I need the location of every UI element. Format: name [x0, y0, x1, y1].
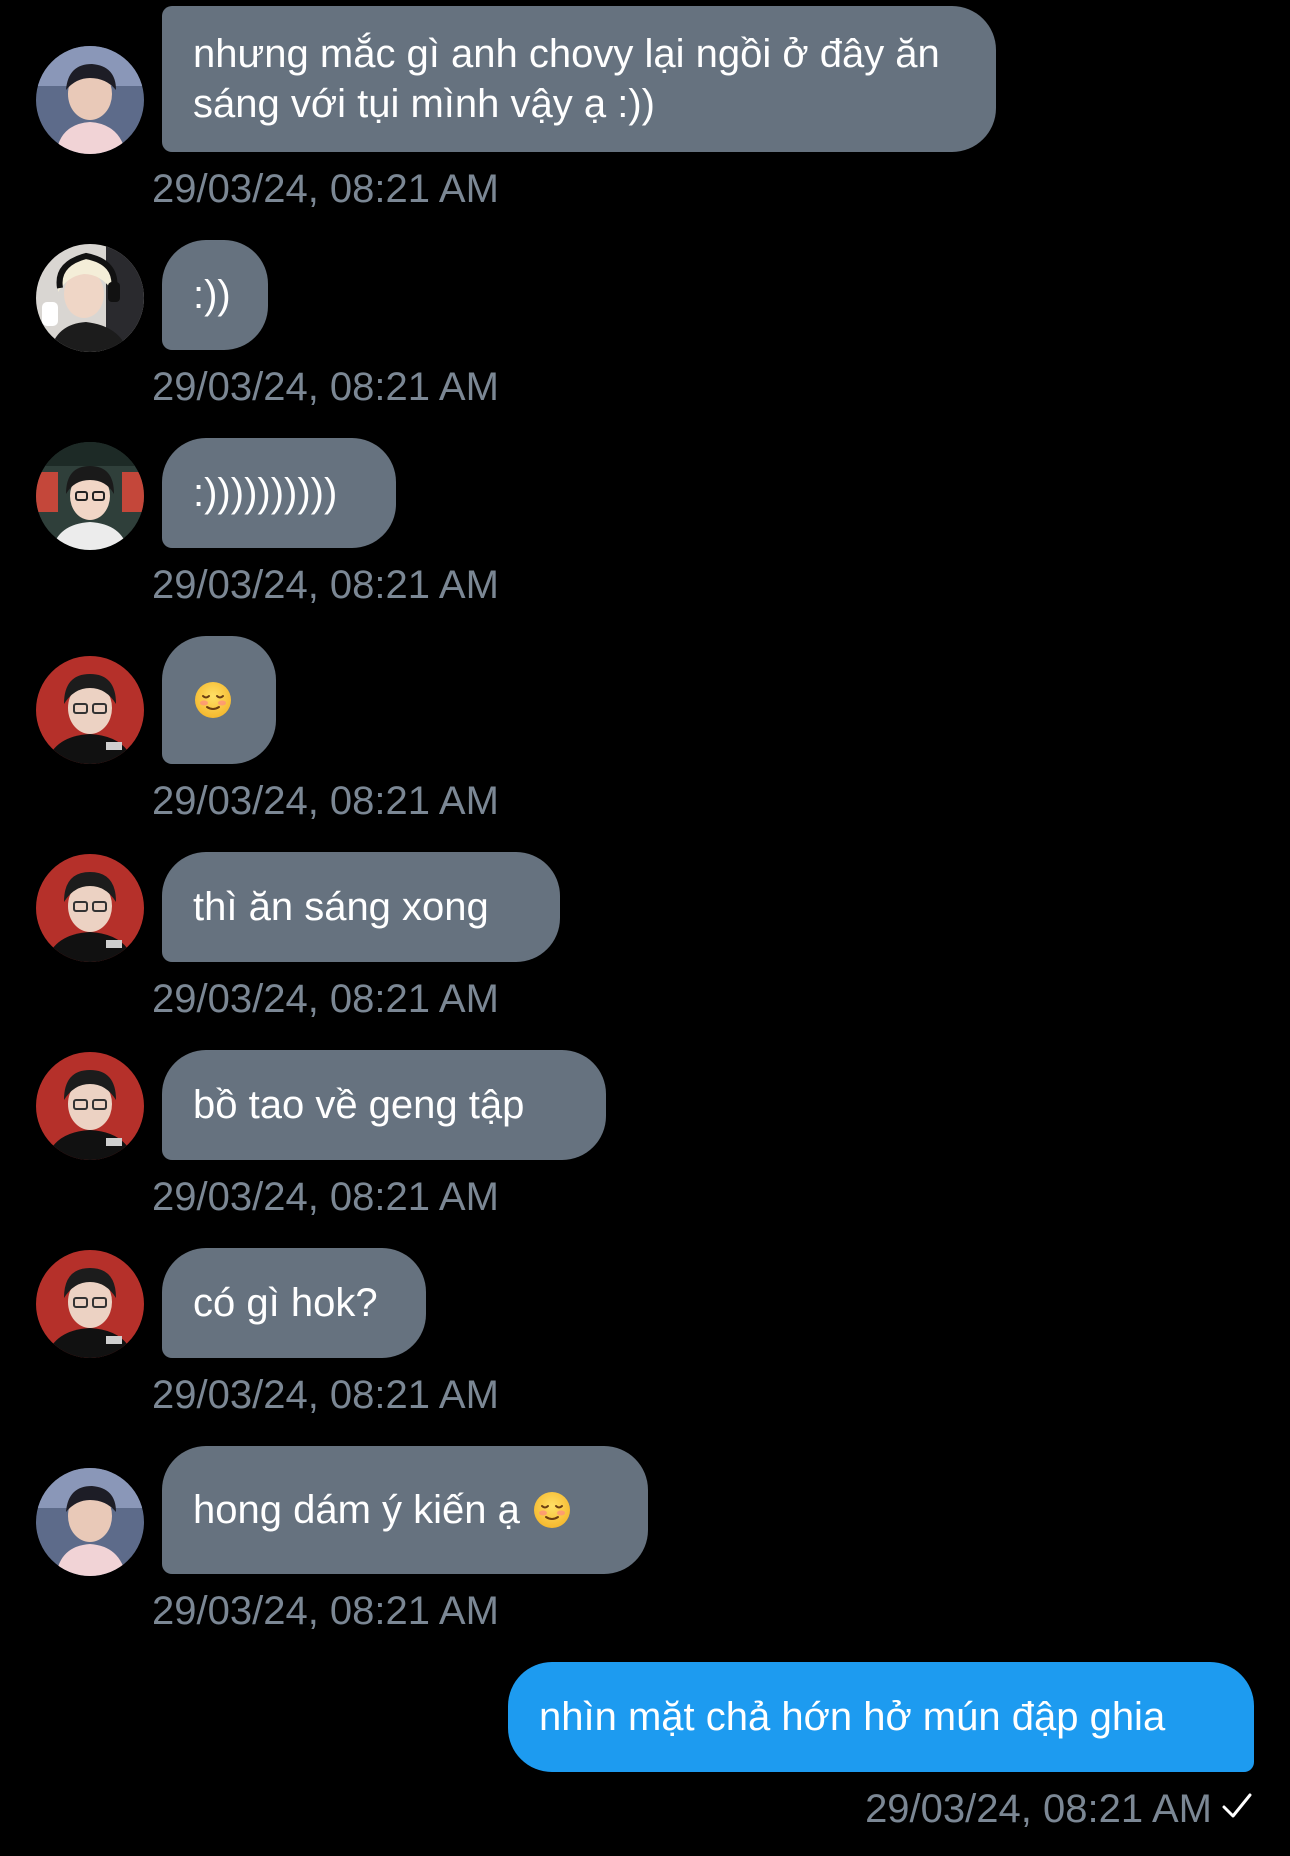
message-timestamp: 29/03/24, 08:21 AM [152, 977, 499, 1021]
avatar-image [36, 46, 144, 154]
avatar-user-a[interactable] [36, 46, 144, 154]
message-bubble[interactable]: :)))))))))) [162, 438, 396, 548]
message-text: nhìn mặt chả hớn hở mún đập ghia [539, 1695, 1166, 1739]
avatar-user-d[interactable] [36, 1250, 144, 1358]
message-bubble[interactable]: bồ tao về geng tập [162, 1050, 606, 1160]
message-bubble[interactable]: :)) [162, 240, 268, 350]
avatar-image [36, 1250, 144, 1358]
smiling-emoji-icon [194, 681, 232, 719]
avatar-user-c[interactable] [36, 442, 144, 550]
message-timestamp: 29/03/24, 08:21 AM [152, 167, 499, 211]
avatar-user-d[interactable] [36, 854, 144, 962]
message-bubble[interactable]: nhưng mắc gì anh chovy lại ngồi ở đây ăn… [162, 6, 996, 152]
message-text: bồ tao về geng tập [193, 1083, 525, 1127]
avatar-image [36, 1468, 144, 1576]
message-bubble[interactable]: có gì hok? [162, 1248, 426, 1358]
outgoing-message-bubble[interactable]: nhìn mặt chả hớn hở mún đập ghia [508, 1662, 1254, 1772]
message-text: hong dám ý kiến ạ [193, 1488, 520, 1532]
message-text: :)))))))))) [193, 471, 338, 515]
avatar-image [36, 656, 144, 764]
avatar-user-d[interactable] [36, 656, 144, 764]
sent-check-icon [1222, 1793, 1252, 1818]
message-timestamp: 29/03/24, 08:21 AM [865, 1787, 1212, 1831]
message-timestamp: 29/03/24, 08:21 AM [152, 1175, 499, 1219]
avatar-user-a[interactable] [36, 1468, 144, 1576]
avatar-image [36, 244, 144, 352]
avatar-image [36, 1052, 144, 1160]
message-text: :)) [193, 273, 231, 317]
message-text: nhưng mắc gì anh chovy lại ngồi ở đây ăn… [193, 32, 940, 126]
avatar-image [36, 854, 144, 962]
message-timestamp: 29/03/24, 08:21 AM [152, 1373, 499, 1417]
message-timestamp: 29/03/24, 08:21 AM [152, 365, 499, 409]
avatar-user-d[interactable] [36, 1052, 144, 1160]
message-timestamp: 29/03/24, 08:21 AM [152, 779, 499, 823]
message-timestamp: 29/03/24, 08:21 AM [152, 1589, 499, 1633]
message-text: thì ăn sáng xong [193, 885, 489, 929]
avatar-user-b[interactable] [36, 244, 144, 352]
avatar-image [36, 442, 144, 550]
message-bubble[interactable]: hong dám ý kiến ạ [162, 1446, 648, 1574]
message-text: có gì hok? [193, 1281, 378, 1325]
message-timestamp: 29/03/24, 08:21 AM [152, 563, 499, 607]
smiling-emoji-icon [532, 1491, 571, 1529]
message-bubble[interactable] [162, 636, 276, 764]
message-bubble[interactable]: thì ăn sáng xong [162, 852, 560, 962]
